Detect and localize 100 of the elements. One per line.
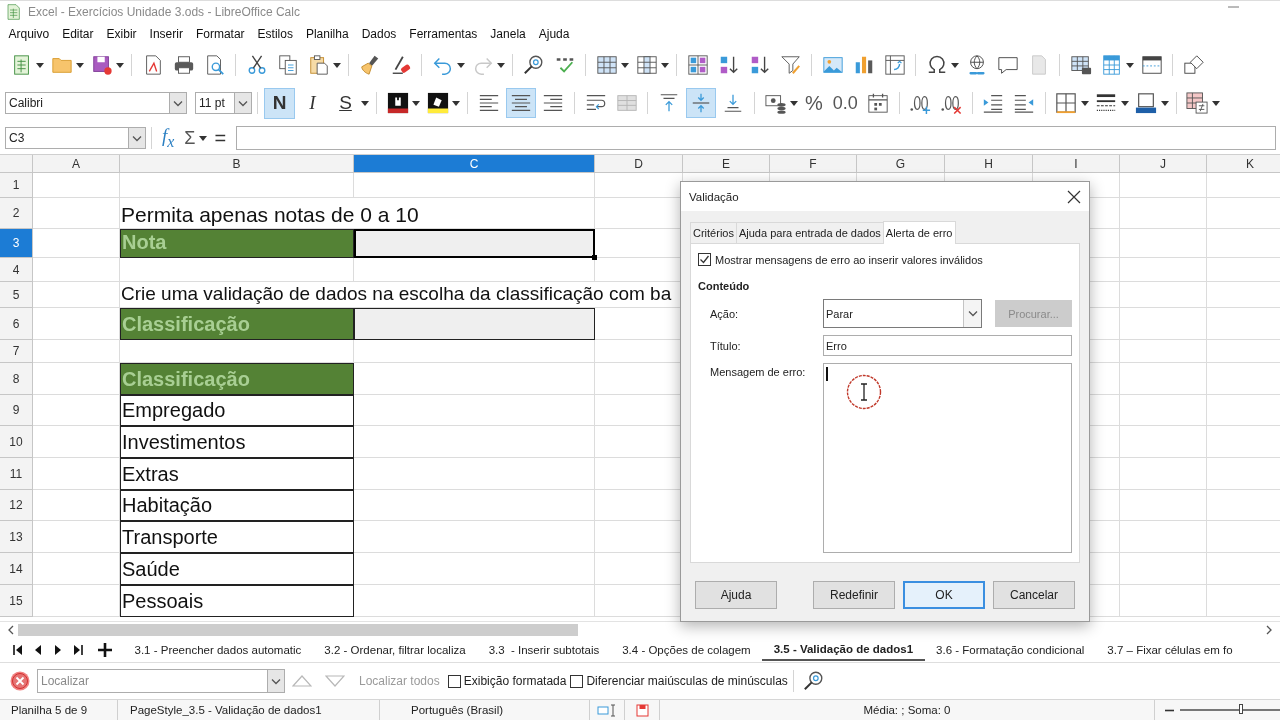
caret-icon[interactable]: [1126, 62, 1134, 68]
message-field[interactable]: [823, 363, 1072, 553]
sheet-tab[interactable]: 3.4 - Opções de colagem: [610, 639, 763, 661]
close-icon[interactable]: [1067, 189, 1081, 204]
save-icon[interactable]: [90, 54, 113, 76]
checkbox[interactable]: [570, 674, 584, 688]
row-header[interactable]: 13: [0, 521, 33, 553]
sheet-tab[interactable]: 3.3 - Inserir subtotais: [477, 639, 611, 661]
fill-handle-icon[interactable]: [592, 255, 597, 260]
checkbox[interactable]: [698, 253, 711, 266]
caret-icon[interactable]: [1080, 100, 1089, 106]
dropdown-button[interactable]: [169, 93, 186, 113]
last-sheet-icon[interactable]: [73, 644, 83, 656]
outdent-icon[interactable]: [1013, 92, 1036, 114]
comment-icon[interactable]: [996, 54, 1019, 76]
row-header[interactable]: 7: [0, 340, 33, 363]
chevron-down-icon[interactable]: [967, 310, 978, 317]
row-header[interactable]: 5: [0, 282, 33, 308]
font-size-box[interactable]: 11 pt: [195, 92, 252, 114]
font-color-icon[interactable]: [386, 92, 409, 114]
formula-button[interactable]: =: [210, 126, 231, 150]
align-left-icon[interactable]: [478, 92, 500, 114]
highlight-color-icon[interactable]: [426, 92, 449, 114]
row-header[interactable]: 4: [0, 258, 33, 282]
previous-sheet-icon[interactable]: [33, 644, 43, 656]
shapes-icon[interactable]: [1182, 54, 1205, 76]
chevron-down-icon[interactable]: [271, 677, 281, 685]
column-header[interactable]: C: [354, 155, 595, 173]
menu-item[interactable]: Janela: [483, 25, 533, 43]
dialog-button[interactable]: Redefinir: [813, 581, 895, 609]
merge-cells-icon[interactable]: [615, 92, 638, 114]
find-replace-icon[interactable]: [522, 54, 545, 76]
dropdown-button[interactable]: [128, 128, 145, 148]
name-box[interactable]: C3: [5, 127, 146, 149]
row-header[interactable]: 15: [0, 585, 33, 617]
underline-button[interactable]: S: [330, 87, 361, 119]
row-header[interactable]: 1: [0, 173, 33, 198]
column-header[interactable]: E: [683, 155, 770, 173]
calendar-icon[interactable]: [867, 92, 890, 114]
menu-item[interactable]: Formatar: [189, 25, 252, 43]
filter-icon[interactable]: [779, 54, 802, 76]
chevron-down-icon[interactable]: [132, 134, 142, 142]
border-color-icon[interactable]: [1135, 92, 1158, 114]
action-dropdown[interactable]: Parar: [823, 299, 982, 328]
dropdown-button[interactable]: [963, 300, 981, 327]
number-format-button[interactable]: %: [803, 91, 825, 115]
borders-icon[interactable]: [1055, 92, 1078, 114]
border-style-icon[interactable]: [1095, 92, 1118, 114]
formula-input[interactable]: [236, 126, 1276, 150]
menu-item[interactable]: Estilos: [251, 25, 300, 43]
column-header[interactable]: K: [1207, 155, 1280, 173]
column-header[interactable]: D: [595, 155, 683, 173]
caret-icon[interactable]: [76, 62, 84, 68]
pivot-table-icon[interactable]: [883, 54, 906, 76]
align-top-icon[interactable]: [658, 92, 680, 114]
dialog-button[interactable]: OK: [903, 581, 985, 609]
menu-item[interactable]: Ferramentas: [402, 25, 484, 43]
caret-icon[interactable]: [452, 100, 460, 106]
caret-icon[interactable]: [116, 62, 124, 68]
row-header[interactable]: 14: [0, 553, 33, 585]
column-header[interactable]: A: [33, 155, 120, 173]
currency-icon[interactable]: [764, 92, 787, 114]
sheet-tab[interactable]: 3.7 – Fixar células em fo: [1095, 639, 1245, 661]
paintbrush-icon[interactable]: [358, 54, 381, 76]
align-bottom-icon[interactable]: [722, 92, 744, 114]
row-header[interactable]: 2: [0, 198, 33, 229]
font-name-box[interactable]: Calibri: [5, 92, 187, 114]
dialog-button[interactable]: Cancelar: [993, 581, 1075, 609]
indent-icon[interactable]: [982, 92, 1005, 114]
next-sheet-icon[interactable]: [53, 644, 63, 656]
print-icon[interactable]: [172, 54, 195, 76]
column-header[interactable]: G: [857, 155, 945, 173]
zoom-slider-thumb[interactable]: [1239, 704, 1244, 714]
title-field[interactable]: Erro: [823, 335, 1072, 356]
dialog-button[interactable]: Ajuda: [695, 581, 777, 609]
row-header[interactable]: 6: [0, 308, 33, 340]
scrollbar-thumb[interactable]: [18, 624, 578, 636]
scroll-left-icon[interactable]: [7, 625, 15, 635]
dropdown-button[interactable]: [267, 669, 285, 693]
dialog-tab[interactable]: Alerta de erro: [882, 221, 956, 244]
caret-icon[interactable]: [199, 135, 208, 141]
row-header[interactable]: 3: [0, 229, 33, 258]
row-header[interactable]: 9: [0, 395, 33, 426]
sheet-tab[interactable]: 3.1 - Preencher dados automatic: [123, 639, 313, 661]
column-header[interactable]: I: [1033, 155, 1120, 173]
caret-icon[interactable]: [621, 62, 629, 68]
menu-item[interactable]: Planilha: [299, 25, 356, 43]
table-rows-icon[interactable]: [595, 54, 618, 76]
column-header[interactable]: H: [945, 155, 1033, 173]
copy-icon[interactable]: [276, 54, 299, 76]
scroll-right-icon[interactable]: [1265, 625, 1273, 635]
chevron-down-icon[interactable]: [173, 99, 183, 107]
dropdown-button[interactable]: [234, 93, 251, 113]
function-wizard-button[interactable]: f$_{x}$: [158, 125, 179, 151]
image-icon[interactable]: [821, 54, 844, 76]
column-header[interactable]: F: [770, 155, 857, 173]
print-area-icon[interactable]: [1069, 54, 1092, 76]
column-header[interactable]: B: [120, 155, 354, 173]
sum-button[interactable]: Σ: [180, 127, 200, 149]
split-window-icon[interactable]: [1140, 54, 1163, 76]
